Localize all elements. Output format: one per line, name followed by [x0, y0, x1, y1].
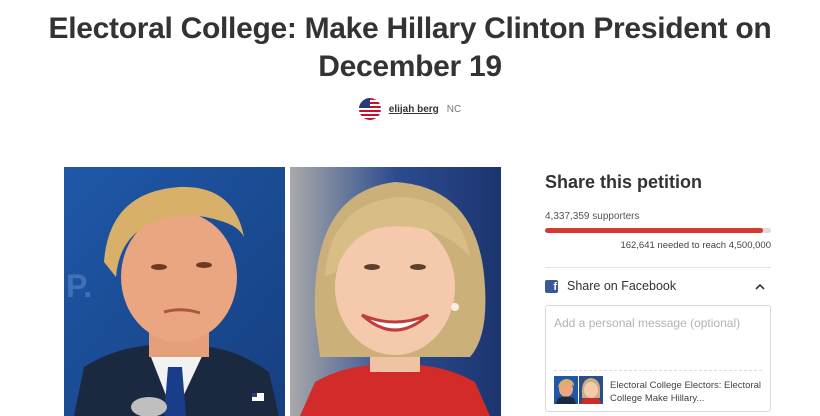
supporters-needed: 162,641 needed to reach 4,500,000 [620, 240, 771, 251]
share-facebook-toggle[interactable]: f Share on Facebook [545, 275, 771, 297]
share-heading: Share this petition [545, 172, 703, 192]
facebook-share-box: Electoral College Electors: Electoral Co… [545, 305, 771, 412]
svg-text:P.: P. [66, 268, 92, 304]
supporters-count: 4,337,359 supporters [545, 211, 640, 222]
trump-photo: P. [64, 167, 285, 416]
clinton-thumbnail-icon [579, 376, 603, 404]
share-preview-thumbnail [554, 376, 603, 404]
chevron-up-icon[interactable] [755, 277, 765, 295]
share-facebook-label: Share on Facebook [567, 279, 677, 293]
clinton-photo [290, 167, 501, 416]
petition-title: Electoral College: Make Hillary Clinton … [48, 12, 772, 83]
preview-divider [554, 370, 762, 371]
supporters-progress-bar [545, 228, 771, 233]
author-name-link[interactable]: elijah berg [389, 104, 439, 115]
author-location: NC [446, 103, 462, 115]
trump-thumbnail-icon [554, 376, 578, 404]
author-avatar-flag-icon[interactable] [358, 98, 381, 120]
facebook-icon: f [545, 279, 558, 293]
divider [545, 267, 771, 268]
share-preview-text: Electoral College Electors: Electoral Co… [610, 380, 762, 404]
author-row: elijah berg NC [0, 98, 820, 120]
personal-message-input[interactable] [554, 316, 760, 330]
progress-fill [545, 228, 763, 233]
